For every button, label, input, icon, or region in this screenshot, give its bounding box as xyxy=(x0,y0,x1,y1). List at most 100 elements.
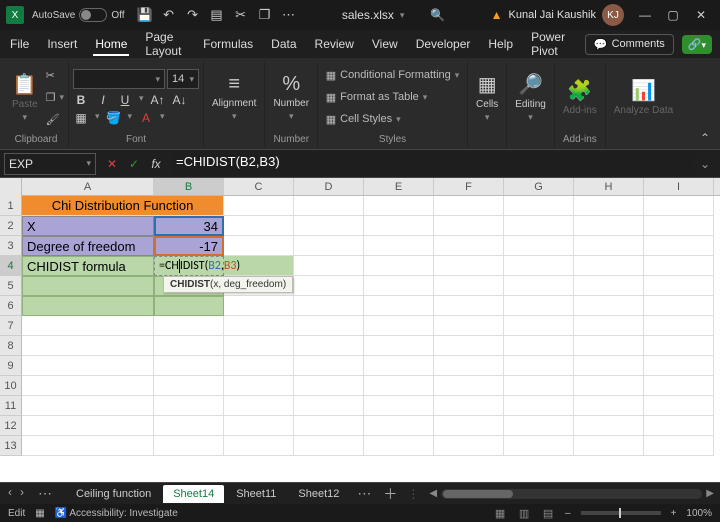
redo-icon[interactable]: ↷ xyxy=(185,7,201,23)
border-button[interactable]: ▦ xyxy=(73,111,89,125)
cell[interactable] xyxy=(22,396,154,416)
cell[interactable] xyxy=(504,296,574,316)
row-header[interactable]: 13 xyxy=(0,436,22,456)
autosave-toggle[interactable]: AutoSave Off xyxy=(32,8,125,22)
cell[interactable] xyxy=(504,416,574,436)
cell[interactable] xyxy=(574,316,644,336)
tab-data[interactable]: Data xyxy=(269,33,298,55)
cell[interactable] xyxy=(364,336,434,356)
zoom-slider[interactable] xyxy=(581,511,661,515)
cell[interactable] xyxy=(434,236,504,256)
tab-formulas[interactable]: Formulas xyxy=(201,33,255,55)
row-header[interactable]: 8 xyxy=(0,336,22,356)
cell[interactable] xyxy=(294,416,364,436)
decrease-font-button[interactable]: A↓ xyxy=(172,93,188,107)
cell[interactable] xyxy=(364,316,434,336)
conditional-formatting-button[interactable]: ▦ Conditional Formatting ▾ xyxy=(326,66,460,84)
cell[interactable] xyxy=(364,396,434,416)
qat-more-icon[interactable]: ⋯ xyxy=(281,7,297,23)
insert-function-icon[interactable]: fx xyxy=(148,157,164,171)
cell-B4[interactable]: =CHIDIST(B2,B3) CHIDIST(x, deg_freedom) xyxy=(154,256,224,276)
formula-bar-input[interactable]: =CHIDIST(B2,B3) xyxy=(172,154,694,174)
fill-color-button[interactable]: 🪣 xyxy=(106,111,122,125)
cell[interactable] xyxy=(574,436,644,456)
cell[interactable] xyxy=(574,416,644,436)
tab-page-layout[interactable]: Page Layout xyxy=(143,26,187,62)
share-button[interactable]: 🔗▾ xyxy=(682,35,712,54)
col-header[interactable]: C xyxy=(224,178,294,195)
cell[interactable] xyxy=(504,256,574,276)
cell[interactable] xyxy=(364,416,434,436)
sheet-tab[interactable]: Sheet11 xyxy=(226,485,286,503)
cell[interactable] xyxy=(644,416,714,436)
cell[interactable] xyxy=(504,436,574,456)
font-color-button[interactable]: A xyxy=(138,111,154,125)
cell-B2[interactable]: 34 xyxy=(154,216,224,236)
cell[interactable] xyxy=(644,236,714,256)
italic-button[interactable]: I xyxy=(95,93,111,107)
cell[interactable] xyxy=(294,396,364,416)
copy-icon[interactable]: ❐ xyxy=(257,7,273,23)
cell[interactable] xyxy=(224,196,294,216)
row-header[interactable]: 3 xyxy=(0,236,22,256)
expand-formula-bar-icon[interactable]: ⌄ xyxy=(694,157,716,171)
cell[interactable] xyxy=(154,376,224,396)
cell[interactable] xyxy=(154,416,224,436)
cell[interactable] xyxy=(294,216,364,236)
increase-font-button[interactable]: A↑ xyxy=(150,93,166,107)
cell[interactable] xyxy=(224,436,294,456)
cell[interactable] xyxy=(434,396,504,416)
cell[interactable] xyxy=(294,276,364,296)
cell[interactable] xyxy=(504,356,574,376)
cell[interactable] xyxy=(504,336,574,356)
cell[interactable] xyxy=(434,316,504,336)
col-header[interactable]: F xyxy=(434,178,504,195)
cell[interactable] xyxy=(154,296,224,316)
cell[interactable] xyxy=(224,336,294,356)
col-header[interactable]: A xyxy=(22,178,154,195)
name-box[interactable]: EXP▾ xyxy=(4,153,96,175)
cell[interactable] xyxy=(644,296,714,316)
cell[interactable] xyxy=(644,396,714,416)
cell[interactable] xyxy=(294,256,364,276)
addins-button[interactable]: 🧩 Add-ins xyxy=(559,76,601,118)
cell[interactable] xyxy=(22,436,154,456)
cell[interactable] xyxy=(504,196,574,216)
tab-developer[interactable]: Developer xyxy=(414,33,473,55)
cells-button[interactable]: ▦ Cells ▾ xyxy=(472,70,502,125)
col-header[interactable]: G xyxy=(504,178,574,195)
cell-styles-button[interactable]: ▦ Cell Styles ▾ xyxy=(326,110,460,128)
cell[interactable] xyxy=(434,256,504,276)
normal-view-button[interactable]: ▦ xyxy=(493,507,507,520)
cell[interactable] xyxy=(22,316,154,336)
cell[interactable] xyxy=(364,256,434,276)
warning-icon[interactable]: ▲ xyxy=(491,8,503,22)
cell[interactable] xyxy=(154,316,224,336)
cell[interactable] xyxy=(294,356,364,376)
col-header[interactable]: E xyxy=(364,178,434,195)
qat-icon[interactable]: ▤ xyxy=(209,7,225,23)
cell[interactable] xyxy=(294,236,364,256)
sheet-tabs-overflow[interactable]: ⋯ xyxy=(351,485,377,502)
cell-A2[interactable]: X xyxy=(22,216,154,236)
cell[interactable] xyxy=(22,356,154,376)
cell[interactable] xyxy=(644,276,714,296)
cell[interactable] xyxy=(364,216,434,236)
cell[interactable] xyxy=(22,376,154,396)
cell[interactable] xyxy=(434,376,504,396)
cell[interactable] xyxy=(574,196,644,216)
row-header[interactable]: 12 xyxy=(0,416,22,436)
sheet-more-button[interactable]: ⋯ xyxy=(32,485,58,502)
collapse-ribbon-button[interactable]: ⌃ xyxy=(694,129,716,147)
cell[interactable] xyxy=(574,256,644,276)
cell[interactable] xyxy=(644,196,714,216)
cell[interactable] xyxy=(574,296,644,316)
cell-A4[interactable]: CHIDIST formula xyxy=(22,256,154,276)
zoom-level[interactable]: 100% xyxy=(686,508,712,519)
cell[interactable] xyxy=(434,436,504,456)
cell[interactable] xyxy=(154,356,224,376)
col-header[interactable]: I xyxy=(644,178,714,195)
cell[interactable] xyxy=(574,376,644,396)
cell-B3[interactable]: -17 xyxy=(154,236,224,256)
row-header[interactable]: 11 xyxy=(0,396,22,416)
